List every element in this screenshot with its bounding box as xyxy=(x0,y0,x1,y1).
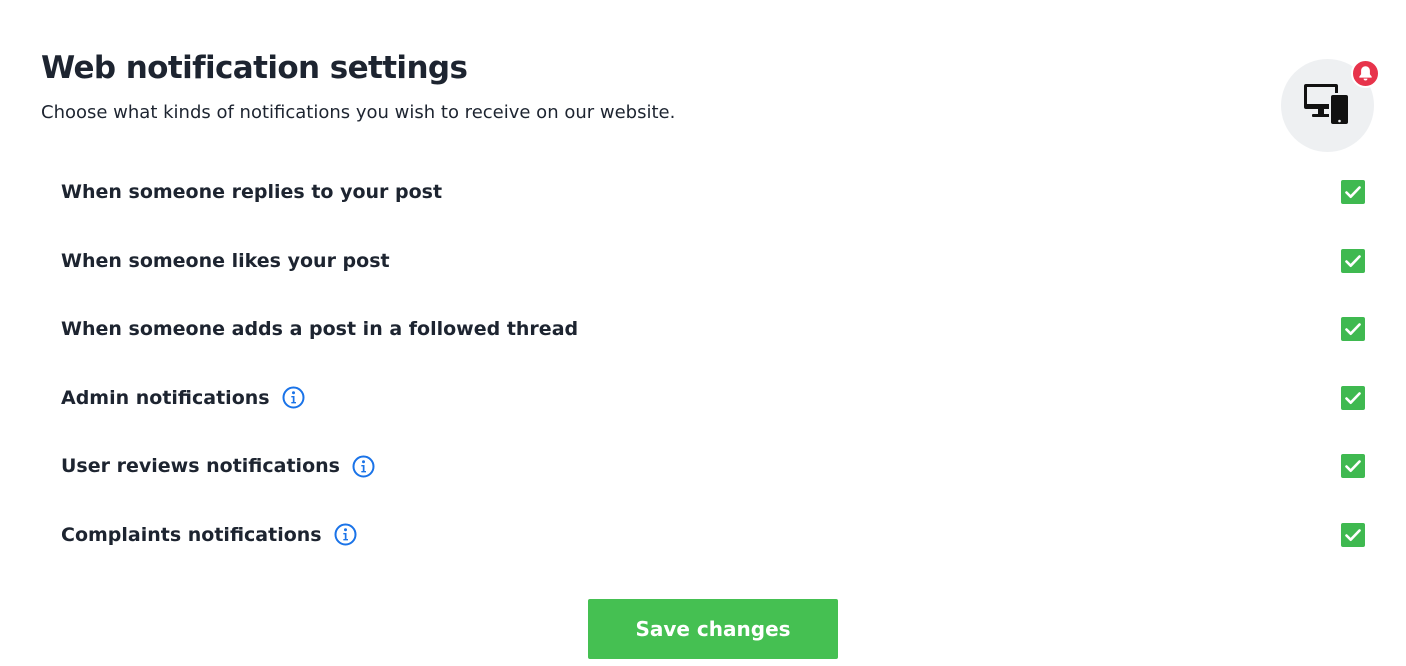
check-icon xyxy=(1345,528,1361,541)
page-subtitle: Choose what kinds of notifications you w… xyxy=(41,102,676,123)
check-icon xyxy=(1345,391,1361,404)
replies-checkbox[interactable] xyxy=(1341,180,1365,205)
info-icon[interactable] xyxy=(352,455,375,478)
check-icon xyxy=(1345,323,1361,336)
followed-thread-checkbox[interactable] xyxy=(1341,317,1365,342)
check-icon xyxy=(1345,254,1361,267)
setting-row-replies: When someone replies to your post xyxy=(61,158,1365,227)
setting-label: When someone adds a post in a followed t… xyxy=(61,318,579,341)
setting-row-likes: When someone likes your post xyxy=(61,227,1365,296)
bell-icon xyxy=(1359,66,1372,81)
setting-label: Admin notifications xyxy=(61,386,270,409)
setting-row-complaints: Complaints notifications xyxy=(61,501,1365,570)
setting-label: Complaints notifications xyxy=(61,523,322,546)
desktop-and-phone-icon xyxy=(1304,84,1350,126)
setting-label: User reviews notifications xyxy=(61,455,340,478)
setting-label: When someone likes your post xyxy=(61,249,390,272)
info-icon[interactable] xyxy=(282,386,305,409)
save-changes-button[interactable]: Save changes xyxy=(588,599,838,659)
setting-row-user-reviews: User reviews notifications xyxy=(61,432,1365,501)
setting-label: When someone replies to your post xyxy=(61,181,443,204)
likes-checkbox[interactable] xyxy=(1341,248,1365,273)
setting-row-admin: Admin notifications xyxy=(61,364,1365,433)
user-reviews-checkbox[interactable] xyxy=(1341,454,1365,479)
complaints-checkbox[interactable] xyxy=(1341,522,1365,547)
bell-badge xyxy=(1351,59,1380,88)
admin-checkbox[interactable] xyxy=(1341,385,1365,410)
info-icon[interactable] xyxy=(334,523,357,546)
check-icon xyxy=(1345,460,1361,473)
notification-settings-page: Web notification settings Choose what ki… xyxy=(0,0,1406,666)
settings-list: When someone replies to your post When s… xyxy=(61,158,1365,569)
check-icon xyxy=(1345,186,1361,199)
setting-row-followed-thread: When someone adds a post in a followed t… xyxy=(61,295,1365,364)
page-title: Web notification settings xyxy=(41,50,468,86)
